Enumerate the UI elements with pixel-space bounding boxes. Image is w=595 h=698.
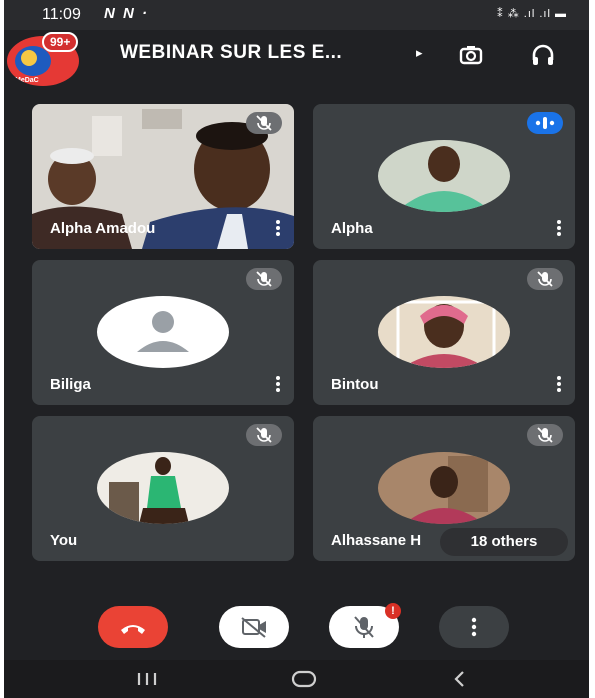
participant-tile[interactable]: Bintou [313, 260, 575, 405]
mic-off-icon [256, 427, 272, 443]
logo-sun-shape [21, 50, 37, 66]
camera-off-icon [241, 617, 266, 638]
more-options-icon[interactable] [557, 220, 561, 236]
camera-toggle-button[interactable] [219, 606, 289, 648]
more-options-icon[interactable] [557, 376, 561, 392]
meeting-header: MeDaC 99+ WEBINAR SUR LES E... ▸ [4, 30, 589, 90]
more-options-button[interactable] [439, 606, 509, 648]
status-bar: 11:09 N N · ⁑ ⁂ .ıl .ıl ▬ [4, 0, 589, 30]
participant-avatar [97, 296, 229, 368]
mic-off-icon [256, 271, 272, 287]
mic-off-icon [537, 271, 553, 287]
more-options-icon[interactable] [276, 220, 280, 236]
participant-avatar [378, 452, 510, 524]
mic-alert-badge: ! [385, 603, 401, 619]
mic-off-badge [527, 424, 563, 446]
more-options-icon[interactable] [276, 376, 280, 392]
status-notifications: N N · [104, 5, 149, 22]
participant-name: Alpha [331, 220, 373, 237]
end-call-icon [121, 625, 145, 634]
participant-name: Alpha Amadou [50, 220, 156, 237]
others-count-chip[interactable]: 18 others [440, 528, 568, 556]
participant-avatar [97, 452, 229, 524]
avatar-photo [378, 452, 510, 524]
recent-apps-icon[interactable] [134, 670, 160, 688]
title-arrow-icon[interactable]: ▸ [416, 45, 423, 61]
home-icon[interactable] [290, 669, 318, 689]
more-icon [471, 617, 477, 637]
back-icon[interactable] [450, 669, 470, 689]
participant-tile[interactable]: You [32, 416, 294, 561]
avatar-photo [378, 140, 510, 212]
mic-off-icon [256, 115, 272, 131]
headphones-icon[interactable] [528, 40, 558, 70]
participant-name: You [50, 532, 78, 549]
meeting-title[interactable]: WEBINAR SUR LES E... [120, 42, 342, 64]
mic-off-badge [246, 424, 282, 446]
status-time: 11:09 [42, 6, 81, 23]
android-nav-bar [4, 660, 589, 698]
participant-tile[interactable]: Alpha Amadou [32, 104, 294, 249]
speaking-indicator [527, 112, 563, 134]
avatar-photo [378, 296, 510, 368]
participant-name: Bintou [331, 376, 379, 393]
end-call-button[interactable] [98, 606, 168, 648]
participant-name: Biliga [50, 376, 91, 393]
mic-off-badge [246, 268, 282, 290]
mic-off-icon [537, 427, 553, 443]
audio-level-icon [535, 117, 555, 129]
default-person-icon [137, 311, 189, 352]
mic-off-badge [527, 268, 563, 290]
participant-tile[interactable]: Biliga [32, 260, 294, 405]
status-right-icons: ⁑ ⁂ .ıl .ıl ▬ [497, 8, 567, 20]
camera-switch-icon[interactable] [456, 40, 486, 70]
mic-off-badge [246, 112, 282, 134]
participant-avatar [378, 296, 510, 368]
participant-name: Alhassane H [331, 532, 422, 549]
phone-screen: 11:09 N N · ⁑ ⁂ .ıl .ıl ▬ MeDaC 99+ WEBI… [4, 0, 589, 698]
participant-avatar [378, 140, 510, 212]
avatar-photo [97, 452, 229, 524]
participant-tile[interactable]: Alpha [313, 104, 575, 249]
logo-text: MeDaC [15, 77, 39, 84]
notification-badge: 99+ [42, 32, 79, 52]
